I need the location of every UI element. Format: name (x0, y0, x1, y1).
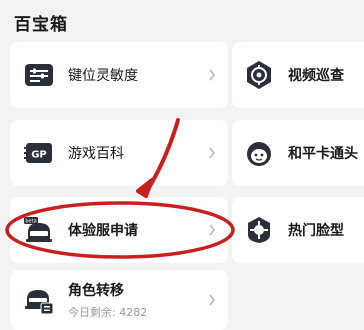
video-target-icon (242, 58, 276, 92)
tool-label: 体验服申请 (68, 223, 138, 239)
remaining-today-text: 今日剩余: 4282 (68, 306, 148, 319)
tool-character-transfer[interactable]: 角色转移 今日剩余: 4282 (10, 270, 228, 330)
chevron-right-icon (209, 224, 215, 236)
tool-label: 视频巡查 (288, 68, 344, 84)
svg-text:GP: GP (31, 150, 47, 161)
tool-label: 角色转移 (68, 283, 124, 299)
character-transfer-icon (22, 283, 56, 317)
cartoon-avatar-icon (242, 136, 276, 170)
tool-label: 和平卡通头 (288, 146, 358, 162)
chevron-right-icon (209, 69, 215, 81)
chevron-right-icon (209, 294, 215, 306)
tool-label: 键位灵敏度 (68, 68, 138, 84)
tool-label: 游戏百科 (68, 146, 124, 162)
chevron-right-icon (209, 147, 215, 159)
gp-book-icon: GP (22, 136, 56, 170)
helmet-beta-icon: beta (22, 213, 56, 247)
keyboard-sliders-icon (22, 58, 56, 92)
tool-label: 热门脸型 (288, 223, 344, 239)
section-title: 百宝箱 (14, 15, 68, 35)
face-shape-icon (242, 213, 276, 247)
tool-video-inspection[interactable]: 视频巡查 (232, 42, 364, 108)
tool-popular-face-shapes[interactable]: 热门脸型 (232, 197, 364, 263)
tool-keybind-sensitivity[interactable]: 键位灵敏度 (10, 42, 228, 108)
tool-cartoon-avatar[interactable]: 和平卡通头 (232, 120, 364, 186)
tool-beta-server-application[interactable]: beta 体验服申请 (10, 197, 228, 263)
tool-game-wiki[interactable]: GP 游戏百科 (10, 120, 228, 186)
